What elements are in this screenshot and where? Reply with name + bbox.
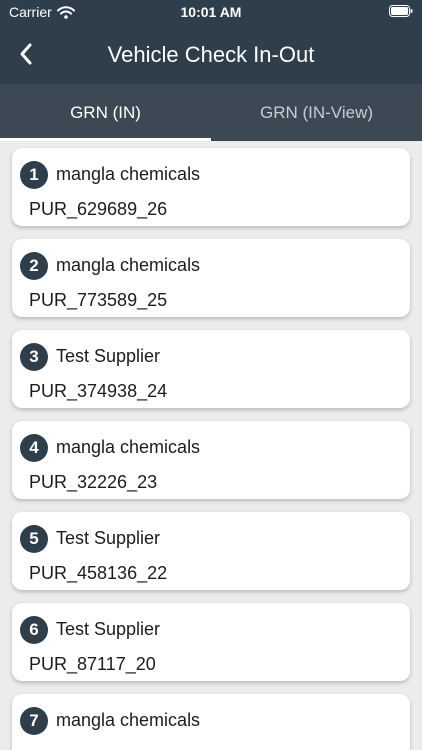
list-item[interactable]: 7 mangla chemicals <box>12 694 410 750</box>
supplier-name: mangla chemicals <box>56 255 201 275</box>
po-number: PUR_458136_22 <box>29 563 168 583</box>
po-number: PUR_629689_26 <box>29 199 168 219</box>
po-number: PUR_32226_23 <box>29 472 158 492</box>
list-item[interactable]: 3 Test Supplier PUR_374938_24 <box>12 330 410 408</box>
tab-grn-in-view[interactable]: GRN (IN-View) <box>211 84 422 141</box>
list-item[interactable]: 1 mangla chemicals PUR_629689_26 <box>12 148 410 226</box>
index-badge: 2 <box>20 252 48 280</box>
nav-bar: Vehicle Check In-Out <box>0 26 422 84</box>
tab-label: GRN (IN-View) <box>259 102 374 122</box>
list-item[interactable]: 6 Test Supplier PUR_87117_20 <box>12 603 410 681</box>
tab-grn-in[interactable]: GRN (IN) <box>0 84 211 141</box>
list-item[interactable]: 5 Test Supplier PUR_458136_22 <box>12 512 410 590</box>
list-item[interactable]: 2 mangla chemicals PUR_773589_25 <box>12 239 410 317</box>
status-bar: Carrier 10:01 AM <box>0 0 422 26</box>
index-badge: 6 <box>20 616 48 644</box>
list-item[interactable]: 4 mangla chemicals PUR_32226_23 <box>12 421 410 499</box>
supplier-name: mangla chemicals <box>56 437 201 457</box>
supplier-name: Test Supplier <box>56 346 161 366</box>
supplier-name: mangla chemicals <box>56 710 201 730</box>
po-number: PUR_87117_20 <box>29 654 156 674</box>
page-title: Vehicle Check In-Out <box>107 42 315 67</box>
tab-bar: GRN (IN) GRN (IN-View) <box>0 84 422 141</box>
supplier-name: mangla chemicals <box>56 164 201 184</box>
status-time: 10:01 AM <box>180 4 242 20</box>
index-badge: 7 <box>20 707 48 735</box>
index-badge: 5 <box>20 525 48 553</box>
supplier-name: Test Supplier <box>56 619 161 639</box>
index-badge: 1 <box>20 161 48 189</box>
battery-icon <box>389 5 413 17</box>
po-number: PUR_773589_25 <box>29 290 168 310</box>
app-header: Carrier 10:01 AM Vehicle Check In-Out GR… <box>0 0 422 141</box>
tab-label: GRN (IN) <box>70 102 141 122</box>
supplier-name: Test Supplier <box>56 528 161 548</box>
grn-list[interactable]: 1 mangla chemicals PUR_629689_26 2 mangl… <box>0 141 422 750</box>
po-number: PUR_374938_24 <box>29 381 168 401</box>
index-badge: 4 <box>20 434 48 462</box>
index-badge: 3 <box>20 343 48 371</box>
